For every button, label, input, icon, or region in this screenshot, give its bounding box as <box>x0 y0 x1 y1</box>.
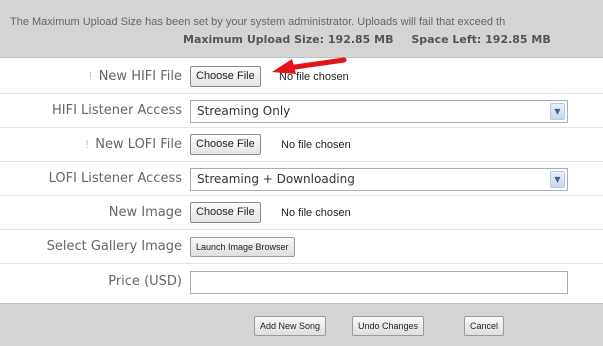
launch-image-browser-button[interactable]: Launch Image Browser <box>190 237 295 257</box>
price-label: Price (USD) <box>108 274 182 289</box>
chevron-down-icon[interactable]: ▼ <box>550 103 565 120</box>
gallery-label: Select Gallery Image <box>46 239 182 254</box>
required-mark: ! <box>88 70 93 83</box>
undo-changes-button[interactable]: Undo Changes <box>352 316 425 336</box>
red-arrow-icon <box>272 57 347 74</box>
space-left-value: 192.85 MB <box>485 33 551 46</box>
form-actions: Add New Song Undo Changes Cancel <box>0 303 603 346</box>
lofi-choose-file-button[interactable]: Choose File <box>190 134 261 155</box>
lofi-file-label: ! New LOFI File <box>0 128 182 162</box>
notice-message: The Maximum Upload Size has been set by … <box>10 16 506 28</box>
lofi-access-label: LOFI Listener Access <box>48 171 182 186</box>
cancel-button[interactable]: Cancel <box>464 316 505 336</box>
upload-limit-notice: The Maximum Upload Size has been set by … <box>0 0 603 58</box>
lofi-access-select[interactable]: Streaming + Downloading ▼ <box>190 168 568 191</box>
lofi-access-value: Streaming + Downloading <box>197 172 355 186</box>
space-left-label: Space Left: <box>411 33 482 46</box>
price-row: Price (USD) <box>0 265 603 299</box>
hifi-file-label: ! New HIFI File <box>0 60 182 94</box>
gallery-row: Select Gallery Image Launch Image Browse… <box>0 230 603 264</box>
lofi-access-row: LOFI Listener Access Streaming + Downloa… <box>0 162 603 196</box>
max-upload-label: Maximum Upload Size: <box>183 33 325 46</box>
hifi-access-label: HIFI Listener Access <box>52 103 182 118</box>
max-upload-value: 192.85 MB <box>327 33 394 46</box>
upload-limits: Maximum Upload Size: 192.85 MB Space Lef… <box>183 33 551 46</box>
lofi-file-status: No file chosen <box>281 139 351 151</box>
image-file-row: New Image Choose File No file chosen <box>0 196 603 230</box>
price-input[interactable] <box>190 271 568 294</box>
chevron-down-icon[interactable]: ▼ <box>550 171 565 188</box>
hifi-choose-file-button[interactable]: Choose File <box>190 66 261 87</box>
required-mark: ! <box>84 138 90 151</box>
hifi-file-label-text: New HIFI File <box>98 69 182 84</box>
image-choose-file-button[interactable]: Choose File <box>190 202 261 223</box>
image-file-status: No file chosen <box>281 207 351 219</box>
image-file-label: New Image <box>108 205 182 220</box>
hifi-access-select[interactable]: Streaming Only ▼ <box>190 100 568 123</box>
lofi-file-row: ! New LOFI File Choose File No file chose… <box>0 128 603 162</box>
hifi-access-value: Streaming Only <box>197 104 291 118</box>
add-new-song-button[interactable]: Add New Song <box>254 316 327 336</box>
lofi-file-label-text: New LOFI File <box>95 137 182 152</box>
hifi-access-row: HIFI Listener Access Streaming Only ▼ <box>0 94 603 128</box>
